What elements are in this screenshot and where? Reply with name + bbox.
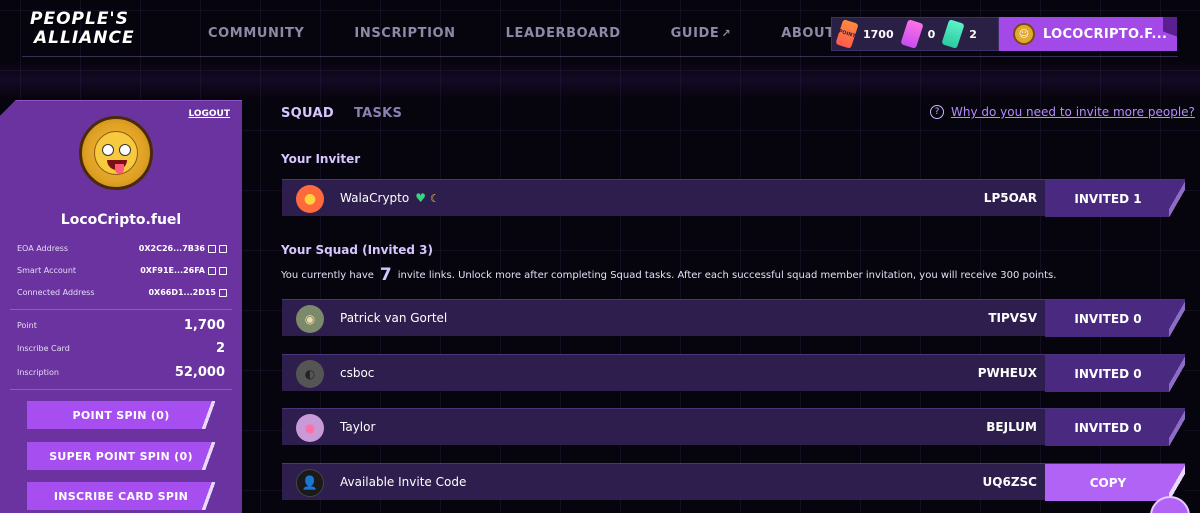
smart-account-row: Smart Account 0XF91E...26FA [17,266,227,275]
moon-icon: ☾ [429,191,440,205]
squad-title: Your Squad (Invited 3) [281,243,434,257]
point-stat: Point 1,700 [17,318,225,333]
heart-icon: ♥ [415,191,426,205]
super-point-spin-button[interactable]: SUPER POINT SPIN (0) [27,442,215,470]
main-nav: COMMUNITY INSCRIPTION LEADERBOARD GUIDE ↗… [208,26,897,41]
tab-squad[interactable]: SQUAD [281,106,334,121]
point-spin-button[interactable]: POINT SPIN (0) [27,401,215,429]
corner-accent [1163,17,1177,51]
user-placeholder-icon: 👤 [296,469,324,497]
logo[interactable]: PEOPLE'S ALLIANCE [30,11,180,47]
invite-code: PWHEUX [977,366,1037,380]
external-link-icon: ↗ [721,27,732,40]
invite-links-count: 7 [379,265,392,285]
avatar-face [94,131,138,175]
profile-name: LocoCripto.fuel [60,212,182,228]
invite-code: LP5OAR [983,191,1037,205]
avatar: ☺ [1013,23,1035,45]
tab-tasks[interactable]: TASKS [354,106,402,121]
status-badge: INVITED 0 [1045,300,1185,337]
inviter-title: Your Inviter [281,152,361,166]
invite-code-label: Available Invite Code [340,475,467,489]
copy-icon[interactable] [219,288,227,297]
squad-member-row: ● Taylor BEJLUM INVITED 0 [282,408,1185,446]
open-icon[interactable] [219,266,227,275]
status-badge: INVITED 1 [1045,180,1185,217]
member-name: Taylor [340,420,376,434]
connected-address-row: Connected Address 0X66D1...2D15 [17,288,227,297]
header-points: 1700 [863,27,894,41]
nav-community[interactable]: COMMUNITY [208,26,304,41]
invite-code: UQ6ZSC [982,475,1037,489]
logout-link[interactable]: LOGOUT [188,109,230,119]
inscribe-card-stat: Inscribe Card 2 [17,341,225,356]
top-header: PEOPLE'S ALLIANCE COMMUNITY INSCRIPTION … [0,0,1200,64]
open-icon[interactable] [219,244,227,253]
squad-tabs: SQUAD TASKS [281,106,422,121]
avatar: ◉ [296,305,324,333]
inscription-stat: Inscription 52,000 [17,365,225,380]
avatar: ● [296,414,324,442]
point-ticket-icon: POINT [835,19,859,49]
member-name: Patrick van Gortel [340,311,448,325]
header-super-points: 0 [927,27,936,41]
nav-inscription[interactable]: INSCRIPTION [354,26,455,41]
divider [10,309,232,310]
user-menu-button[interactable]: ☺ LOCOCRIPTO.F... [999,17,1177,51]
squad-description: You currently have 7 invite links. Unloc… [281,265,1057,285]
invite-code: BEJLUM [986,420,1037,434]
user-name: LOCOCRIPTO.F... [1043,26,1168,42]
inscribe-card-spin-button[interactable]: INSCRIBE CARD SPIN [27,482,215,510]
header-stats: POINT 1700 0 2 [831,17,999,51]
background-glow [0,60,1200,100]
squad-member-row: ◉ Patrick van Gortel TIPVSV INVITED 0 [282,299,1185,337]
avatar: ● [296,185,324,213]
header-divider [22,56,1178,57]
invite-code: TIPVSV [988,311,1037,325]
nav-leaderboard[interactable]: LEADERBOARD [506,26,621,41]
inscribe-card-ticket-icon [941,19,965,49]
copy-icon[interactable] [208,244,216,253]
avatar: ◐ [296,360,324,388]
super-point-ticket-icon [899,19,924,49]
nav-guide[interactable]: GUIDE ↗ [671,26,732,41]
member-name: csboc [340,366,375,380]
inviter-name: WalaCrypto [340,191,410,205]
copy-button[interactable]: COPY [1045,464,1185,501]
logo-line2: ALLIANCE [34,28,135,48]
divider [10,389,232,390]
question-icon: ? [930,105,944,119]
profile-avatar [79,116,153,190]
sidebar-notch [0,100,16,116]
profile-sidebar: LOGOUT LocoCripto.fuel EOA Address 0X2C2… [0,100,242,513]
status-badge: INVITED 0 [1045,355,1185,392]
logo-line1: PEOPLE'S [30,9,129,29]
eoa-address-row: EOA Address 0X2C26...7B36 [17,244,227,253]
header-inscribe-cards: 2 [969,27,977,41]
squad-member-row: ◐ csboc PWHEUX INVITED 0 [282,354,1185,392]
available-invite-code-row: 👤 Available Invite Code UQ6ZSC COPY [282,463,1185,501]
copy-icon[interactable] [208,266,216,275]
inviter-row: ● WalaCrypto ♥ ☾ LP5OAR INVITED 1 [282,179,1185,217]
invite-help-link[interactable]: ? Why do you need to invite more people? [930,105,1195,119]
status-badge: INVITED 0 [1045,409,1185,446]
